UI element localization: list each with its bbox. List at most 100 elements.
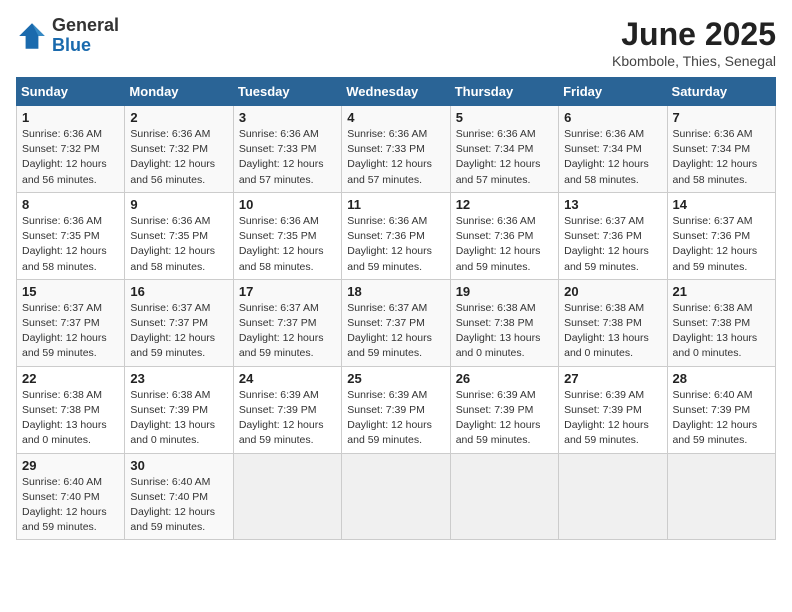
day-info: Sunrise: 6:37 AMSunset: 7:37 PMDaylight:… — [239, 302, 324, 360]
table-row: 14 Sunrise: 6:37 AMSunset: 7:36 PMDayligh… — [667, 192, 775, 279]
logo-general-text: General — [52, 16, 119, 36]
day-number: 5 — [456, 110, 553, 125]
day-number: 19 — [456, 284, 553, 299]
table-row: 18 Sunrise: 6:37 AMSunset: 7:37 PMDayligh… — [342, 279, 450, 366]
day-info: Sunrise: 6:38 AMSunset: 7:38 PMDaylight:… — [564, 302, 649, 360]
table-row: 12 Sunrise: 6:36 AMSunset: 7:36 PMDayligh… — [450, 192, 558, 279]
day-number: 29 — [22, 458, 119, 473]
day-info: Sunrise: 6:36 AMSunset: 7:36 PMDaylight:… — [347, 215, 432, 273]
day-number: 26 — [456, 371, 553, 386]
table-row: 22 Sunrise: 6:38 AMSunset: 7:38 PMDayligh… — [17, 366, 125, 453]
table-row: 30Sunrise: 6:40 AMSunset: 7:40 PMDayligh… — [125, 453, 233, 540]
table-row: 24Sunrise: 6:39 AMSunset: 7:39 PMDayligh… — [233, 366, 341, 453]
calendar-week-row: 22 Sunrise: 6:38 AMSunset: 7:38 PMDayligh… — [17, 366, 776, 453]
day-number: 18 — [347, 284, 444, 299]
day-info: Sunrise: 6:36 AMSunset: 7:32 PMDaylight:… — [22, 128, 107, 186]
logo: General Blue — [16, 16, 119, 56]
page-header: General Blue June 2025 Kbombole, Thies, … — [16, 16, 776, 69]
day-number: 22 — [22, 371, 119, 386]
table-row: 28 Sunrise: 6:40 AMSunset: 7:39 PMDayligh… — [667, 366, 775, 453]
day-info: Sunrise: 6:40 AMSunset: 7:39 PMDaylight:… — [673, 389, 758, 447]
day-info: Sunrise: 6:37 AMSunset: 7:37 PMDaylight:… — [130, 302, 215, 360]
table-row — [450, 453, 558, 540]
table-row: 21 Sunrise: 6:38 AMSunset: 7:38 PMDayligh… — [667, 279, 775, 366]
day-info: Sunrise: 6:39 AMSunset: 7:39 PMDaylight:… — [456, 389, 541, 447]
table-row: 25Sunrise: 6:39 AMSunset: 7:39 PMDayligh… — [342, 366, 450, 453]
day-info: Sunrise: 6:37 AMSunset: 7:36 PMDaylight:… — [564, 215, 649, 273]
table-row: 6 Sunrise: 6:36 AMSunset: 7:34 PMDaylight… — [559, 106, 667, 193]
col-thursday: Thursday — [450, 78, 558, 106]
calendar-subtitle: Kbombole, Thies, Senegal — [612, 53, 776, 69]
day-number: 8 — [22, 197, 119, 212]
calendar-title: June 2025 — [612, 16, 776, 53]
logo-text: General Blue — [52, 16, 119, 56]
calendar-week-row: 1 Sunrise: 6:36 AMSunset: 7:32 PMDaylight… — [17, 106, 776, 193]
title-block: June 2025 Kbombole, Thies, Senegal — [612, 16, 776, 69]
day-info: Sunrise: 6:36 AMSunset: 7:35 PMDaylight:… — [22, 215, 107, 273]
col-tuesday: Tuesday — [233, 78, 341, 106]
col-wednesday: Wednesday — [342, 78, 450, 106]
day-number: 10 — [239, 197, 336, 212]
table-row: 1 Sunrise: 6:36 AMSunset: 7:32 PMDaylight… — [17, 106, 125, 193]
day-info: Sunrise: 6:36 AMSunset: 7:35 PMDaylight:… — [239, 215, 324, 273]
day-info: Sunrise: 6:38 AMSunset: 7:38 PMDaylight:… — [22, 389, 107, 447]
col-monday: Monday — [125, 78, 233, 106]
logo-blue-text: Blue — [52, 36, 119, 56]
day-info: Sunrise: 6:40 AMSunset: 7:40 PMDaylight:… — [130, 476, 215, 534]
day-number: 9 — [130, 197, 227, 212]
col-sunday: Sunday — [17, 78, 125, 106]
day-number: 13 — [564, 197, 661, 212]
table-row: 23 Sunrise: 6:38 AMSunset: 7:39 PMDayligh… — [125, 366, 233, 453]
day-number: 16 — [130, 284, 227, 299]
day-number: 1 — [22, 110, 119, 125]
day-number: 21 — [673, 284, 770, 299]
table-row — [342, 453, 450, 540]
day-info: Sunrise: 6:36 AMSunset: 7:33 PMDaylight:… — [347, 128, 432, 186]
day-info: Sunrise: 6:39 AMSunset: 7:39 PMDaylight:… — [347, 389, 432, 447]
day-info: Sunrise: 6:37 AMSunset: 7:36 PMDaylight:… — [673, 215, 758, 273]
table-row: 15Sunrise: 6:37 AMSunset: 7:37 PMDayligh… — [17, 279, 125, 366]
day-info: Sunrise: 6:38 AMSunset: 7:39 PMDaylight:… — [130, 389, 215, 447]
logo-icon — [16, 20, 48, 52]
day-number: 2 — [130, 110, 227, 125]
calendar-week-row: 15 Sunrise: 6:37 AMSunset: 7:37 PMDayligh… — [17, 279, 776, 366]
day-number: 7 — [673, 110, 770, 125]
table-row: 9 Sunrise: 6:36 AMSunset: 7:35 PMDaylight… — [125, 192, 233, 279]
day-number: 27 — [564, 371, 661, 386]
day-info: Sunrise: 6:36 AMSunset: 7:35 PMDaylight:… — [130, 215, 215, 273]
table-row — [233, 453, 341, 540]
table-row: 19 Sunrise: 6:38 AMSunset: 7:38 PMDayligh… — [450, 279, 558, 366]
table-row: 20 Sunrise: 6:38 AMSunset: 7:38 PMDayligh… — [559, 279, 667, 366]
day-info: Sunrise: 6:36 AMSunset: 7:36 PMDaylight:… — [456, 215, 541, 273]
day-number: 11 — [347, 197, 444, 212]
day-number: 12 — [456, 197, 553, 212]
day-info: Sunrise: 6:37 AMSunset: 7:37 PMDaylight:… — [347, 302, 432, 360]
table-row: 8 Sunrise: 6:36 AMSunset: 7:35 PMDaylight… — [17, 192, 125, 279]
table-row: 27 Sunrise: 6:39 AMSunset: 7:39 PMDayligh… — [559, 366, 667, 453]
table-row: 29 Sunrise: 6:40 AMSunset: 7:40 PMDayligh… — [17, 453, 125, 540]
day-number: 23 — [130, 371, 227, 386]
day-number: 17 — [239, 284, 336, 299]
day-number: 14 — [673, 197, 770, 212]
table-row — [559, 453, 667, 540]
table-row: 26 Sunrise: 6:39 AMSunset: 7:39 PMDayligh… — [450, 366, 558, 453]
table-row: 17 Sunrise: 6:37 AMSunset: 7:37 PMDayligh… — [233, 279, 341, 366]
day-info: Sunrise: 6:39 AMSunset: 7:39 PMDaylight:… — [564, 389, 649, 447]
day-number: 15 — [22, 284, 119, 299]
day-info: Sunrise: 6:36 AMSunset: 7:34 PMDaylight:… — [564, 128, 649, 186]
table-row: 16 Sunrise: 6:37 AMSunset: 7:37 PMDayligh… — [125, 279, 233, 366]
header-row: Sunday Monday Tuesday Wednesday Thursday… — [17, 78, 776, 106]
day-number: 6 — [564, 110, 661, 125]
day-number: 4 — [347, 110, 444, 125]
day-info: Sunrise: 6:36 AMSunset: 7:32 PMDaylight:… — [130, 128, 215, 186]
day-info: Sunrise: 6:40 AMSunset: 7:40 PMDaylight:… — [22, 476, 107, 534]
day-number: 20 — [564, 284, 661, 299]
day-info: Sunrise: 6:38 AMSunset: 7:38 PMDaylight:… — [456, 302, 541, 360]
calendar-week-row: 29 Sunrise: 6:40 AMSunset: 7:40 PMDayligh… — [17, 453, 776, 540]
table-row: 4 Sunrise: 6:36 AMSunset: 7:33 PMDaylight… — [342, 106, 450, 193]
table-row: 11 Sunrise: 6:36 AMSunset: 7:36 PMDayligh… — [342, 192, 450, 279]
table-row: 7Sunrise: 6:36 AMSunset: 7:34 PMDaylight… — [667, 106, 775, 193]
day-info: Sunrise: 6:38 AMSunset: 7:38 PMDaylight:… — [673, 302, 758, 360]
table-row — [667, 453, 775, 540]
day-number: 28 — [673, 371, 770, 386]
